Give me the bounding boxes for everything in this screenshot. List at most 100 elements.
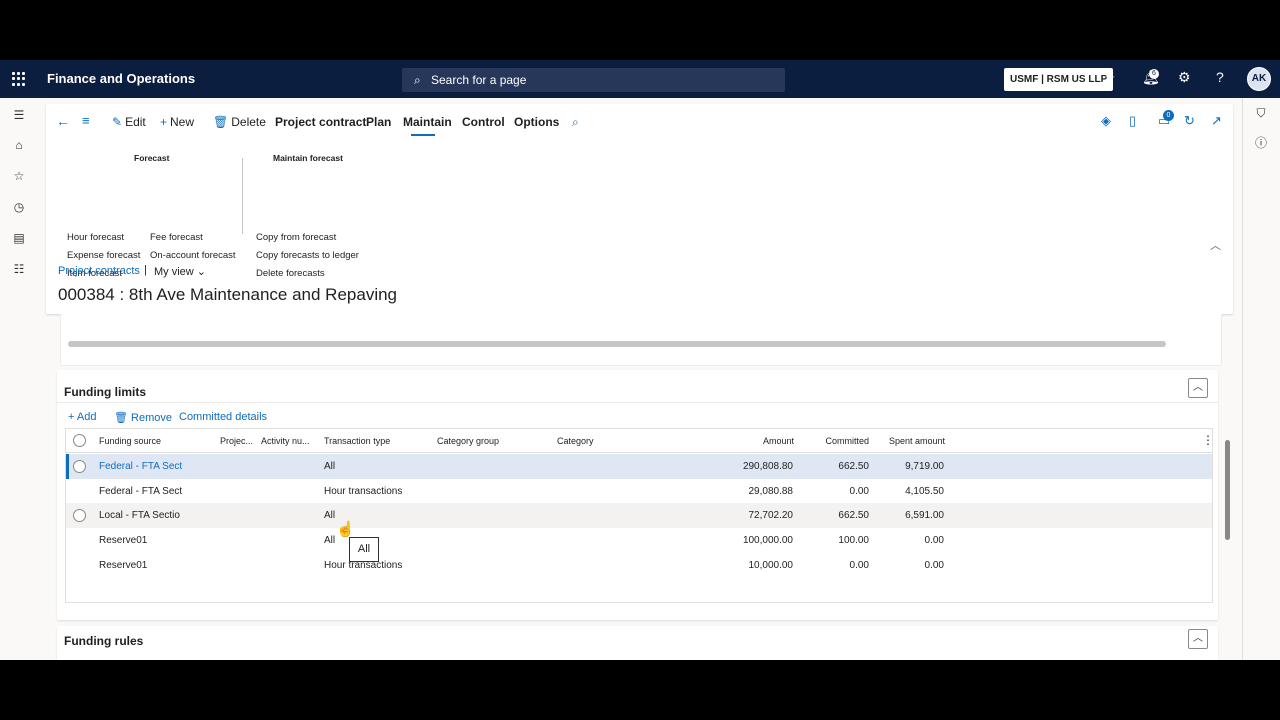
more-options-icon[interactable]: ⋮ [1202,433,1214,447]
avatar[interactable]: AK [1247,67,1271,91]
copy-from-forecast-link[interactable]: Copy from forecast [256,232,336,243]
refresh-icon[interactable]: ↻ [1184,113,1195,129]
select-all-radio[interactable] [73,434,86,447]
add-button[interactable]: + Add [68,411,96,423]
funding-rules-title[interactable]: Funding rules [64,634,143,648]
hour-forecast-link[interactable]: Hour forecast [67,232,124,243]
col-transaction-type[interactable]: Transaction type [324,436,390,446]
settings-icon[interactable]: ⚙ [1178,69,1191,86]
spent-amount-cell[interactable]: 9,719.00 [864,461,944,472]
transaction-type-cell[interactable]: Hour transactions [324,486,402,497]
hamburger-menu-icon[interactable]: ☰ [11,107,27,123]
company-picker[interactable]: USMF | RSM US LLP [1004,68,1114,91]
col-category[interactable]: Category [557,436,594,446]
row-select-radio[interactable] [73,460,86,473]
help-icon[interactable]: ? [1216,69,1224,85]
tab-control[interactable]: Control [462,115,505,129]
amount-cell[interactable]: 72,702.20 [713,510,794,521]
amount-cell[interactable]: 29,080.88 [713,486,794,497]
table-row[interactable]: Federal - FTA Sect Hour transactions 29,… [66,479,1212,504]
fee-forecast-link[interactable]: Fee forecast [150,232,203,243]
committed-cell[interactable]: 662.50 [789,461,869,472]
power-apps-icon[interactable]: ◈ [1101,113,1111,129]
app-title[interactable]: Finance and Operations [47,71,195,86]
info-icon[interactable]: ⓘ [1253,135,1269,151]
amount-cell[interactable]: 290,808.80 [713,461,793,472]
col-activity-number[interactable]: Activity nu... [261,436,310,446]
committed-cell[interactable]: 0.00 [789,486,869,497]
amount-cell[interactable]: 10,000.00 [713,560,794,571]
modules-list-icon[interactable]: ☷ [11,261,27,277]
back-arrow-icon[interactable]: ← [56,113,70,129]
col-amount[interactable]: Amount [714,436,794,446]
col-committed[interactable]: Committed [789,436,869,446]
home-icon[interactable]: ⌂ [11,137,27,153]
new-button[interactable]: + New [160,115,194,129]
trash-icon: 🗑︎ [213,115,229,129]
committed-cell[interactable]: 0.00 [789,560,869,571]
trash-icon: 🗑︎ [114,412,128,424]
horizontal-scrollbar[interactable] [68,341,1166,347]
funding-source-cell[interactable]: Federal - FTA Sect [99,486,182,497]
col-spent-amount[interactable]: Spent amount [865,436,945,446]
amount-cell[interactable]: 100,000.00 [713,535,793,546]
selection-indicator [66,454,69,479]
app-launcher-icon[interactable] [12,72,26,86]
office-icon[interactable]: ▯ [1129,113,1136,129]
breadcrumb[interactable]: Project contracts [58,265,140,277]
favorites-star-icon[interactable]: ☆ [11,168,27,184]
committed-details-button[interactable]: Committed details [179,411,267,423]
funding-source-cell[interactable]: Reserve01 [99,535,147,546]
copy-forecasts-to-ledger-link[interactable]: Copy forecasts to ledger [256,250,359,261]
transaction-type-cell[interactable]: All [324,535,335,546]
transaction-type-cell[interactable]: All [324,510,335,521]
transaction-type-cell[interactable]: All [324,461,335,472]
page-menu-icon[interactable]: ≡ [82,113,90,128]
spent-amount-cell[interactable]: 4,105.50 [864,486,944,497]
workspaces-icon[interactable]: ▤ [11,230,27,246]
collapse-action-pane-icon[interactable]: ︿ [1210,237,1221,253]
funding-source-cell[interactable]: Federal - FTA Sect [99,461,182,472]
edit-label: Edit [125,115,146,129]
expense-forecast-link[interactable]: Expense forecast [67,250,140,261]
collapse-funding-limits-icon[interactable]: ︿ [1188,378,1208,398]
funding-limits-title[interactable]: Funding limits [64,385,146,399]
committed-cell[interactable]: 100.00 [789,535,869,546]
tab-options[interactable]: Options [514,115,559,129]
row-select-radio[interactable] [73,509,86,522]
col-project[interactable]: Projec... [220,436,253,446]
spent-amount-cell[interactable]: 6,591.00 [864,510,944,521]
vertical-scrollbar[interactable] [1225,440,1230,540]
plus-icon: + [160,115,168,129]
search-input[interactable]: ⌕ Search for a page [402,68,785,92]
tab-maintain[interactable]: Maintain [403,115,452,129]
tab-plan[interactable]: Plan [366,115,391,129]
filter-icon[interactable]: ⛉ [1253,105,1269,121]
collapse-funding-rules-icon[interactable]: ︿ [1188,629,1208,649]
divider [57,402,1218,403]
recent-clock-icon[interactable]: ◷ [11,199,27,215]
delete-forecasts-link[interactable]: Delete forecasts [256,268,325,279]
table-row[interactable]: Federal - FTA Sect All 290,808.80 662.50… [66,454,1212,479]
committed-cell[interactable]: 662.50 [789,510,869,521]
col-category-group[interactable]: Category group [437,436,499,446]
spent-amount-cell[interactable]: 0.00 [864,560,944,571]
view-selector[interactable]: My view ⌄ [154,265,206,278]
col-funding-source[interactable]: Funding source [99,436,161,446]
table-row[interactable]: Reserve01 All 100,000.00 100.00 0.00 [66,528,1212,553]
tab-project-contract[interactable]: Project contract [275,115,366,129]
on-account-forecast-link[interactable]: On-account forecast [150,250,236,261]
open-new-window-icon[interactable]: ↗ [1211,113,1222,129]
action-search-icon[interactable]: ⌕ [572,115,579,130]
chevron-down-icon: ⌄ [196,266,207,278]
attachments-badge: 0 [1163,110,1174,121]
funding-source-cell[interactable]: Local - FTA Sectio [99,510,180,521]
funding-source-cell[interactable]: Reserve01 [99,560,147,571]
spent-amount-cell[interactable]: 0.00 [864,535,944,546]
copilot-icon[interactable]: ✦ [1104,69,1116,86]
table-row[interactable]: Reserve01 Hour transactions 10,000.00 0.… [66,553,1212,578]
delete-button[interactable]: 🗑︎ Delete [213,115,266,129]
table-row[interactable]: Local - FTA Sectio All 72,702.20 662.50 … [66,503,1212,528]
remove-button[interactable]: 🗑︎ Remove [114,411,172,424]
edit-button[interactable]: ✎ Edit [112,115,146,129]
